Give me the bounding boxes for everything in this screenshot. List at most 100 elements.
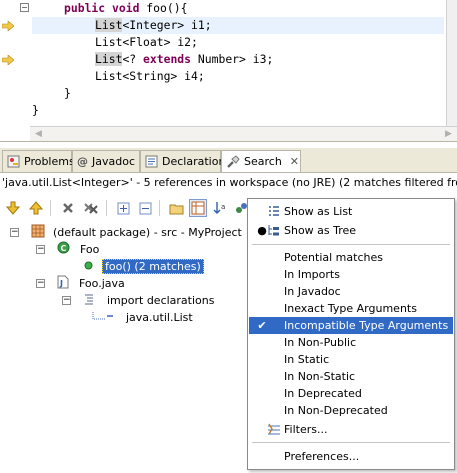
code-line: } bbox=[32, 102, 39, 119]
svg-text:a: a bbox=[221, 203, 225, 211]
code-line: List<? extends Number> i3; bbox=[95, 51, 273, 68]
menu-item-in-imports[interactable]: In Imports bbox=[249, 266, 453, 283]
menu-item-label: Inexact Type Arguments bbox=[284, 302, 417, 315]
tab-problems[interactable]: Problems bbox=[2, 150, 75, 172]
menu-item-in-deprecated[interactable]: In Deprecated bbox=[249, 385, 453, 402]
search-match-marker-icon bbox=[2, 21, 14, 31]
remove-all-matches-icon[interactable] bbox=[82, 199, 100, 217]
toolbar-separator bbox=[106, 200, 107, 216]
menu-item-label: In Imports bbox=[284, 268, 340, 281]
menu-item-label: In Static bbox=[284, 353, 330, 366]
tree-node-label: import declarations bbox=[107, 293, 215, 307]
tree-icon bbox=[267, 224, 281, 237]
code-line-current: List<Integer> i1; bbox=[32, 17, 444, 34]
tree-node-package[interactable]: − (default package) - src - MyProject bbox=[10, 223, 242, 241]
search-result-summary: 'java.util.List<Integer>' - 5 references… bbox=[0, 172, 457, 192]
editor-vertical-scrollbar[interactable] bbox=[446, 0, 457, 126]
scroll-left-icon[interactable]: ◀ bbox=[32, 128, 45, 141]
search-match-marker-icon bbox=[2, 55, 14, 65]
menu-item-filters[interactable]: Filters... bbox=[249, 421, 453, 438]
package-icon bbox=[31, 224, 45, 241]
code-text: List<String> i4; bbox=[95, 69, 205, 83]
keyword: public void bbox=[64, 1, 140, 15]
menu-item-label: Filters... bbox=[284, 423, 328, 436]
java-file-icon: J bbox=[57, 275, 69, 292]
menu-item-in-javadoc[interactable]: In Javadoc bbox=[249, 283, 453, 300]
menu-item-inexact-type-arguments[interactable]: Inexact Type Arguments bbox=[249, 300, 453, 317]
menu-item-incompatible-type-arguments[interactable]: ✔ Incompatible Type Arguments bbox=[249, 317, 453, 334]
menu-item-show-as-tree[interactable]: ● Show as Tree bbox=[249, 222, 453, 239]
menu-item-show-as-list[interactable]: Show as List bbox=[249, 203, 453, 220]
open-folder-icon[interactable] bbox=[167, 199, 185, 217]
tab-javadoc[interactable]: @ Javadoc bbox=[72, 150, 140, 172]
collapse-node-icon[interactable]: − bbox=[10, 227, 19, 237]
toolbar-separator bbox=[159, 200, 160, 216]
remove-selected-matches-icon[interactable] bbox=[59, 199, 77, 217]
menu-item-label: In Javadoc bbox=[284, 285, 341, 298]
code-line: public void foo(){ bbox=[64, 0, 187, 17]
layout-toggle-icon[interactable] bbox=[189, 199, 207, 217]
code-text: <Integer> i1; bbox=[122, 18, 212, 32]
code-line: List<String> i4; bbox=[95, 68, 205, 85]
sort-icon[interactable]: a bbox=[211, 199, 229, 217]
at-icon: @ bbox=[77, 155, 88, 168]
import-icon bbox=[92, 311, 114, 324]
collapse-all-icon[interactable] bbox=[136, 199, 154, 217]
code-line: } bbox=[64, 85, 71, 102]
scroll-right-icon[interactable]: ▶ bbox=[442, 128, 455, 141]
close-tab-icon[interactable]: ✕ bbox=[290, 155, 299, 168]
tree-node-class[interactable]: − C Foo bbox=[36, 240, 99, 258]
menu-item-in-static[interactable]: In Static bbox=[249, 351, 453, 368]
menu-item-label: In Non-Static bbox=[284, 370, 356, 383]
problems-icon bbox=[7, 155, 20, 169]
menu-item-in-non-deprecated[interactable]: In Non-Deprecated bbox=[249, 402, 453, 419]
menu-item-potential-matches[interactable]: Potential matches bbox=[249, 249, 453, 266]
collapse-node-icon[interactable]: − bbox=[62, 295, 71, 305]
tab-label: Declaration bbox=[162, 155, 226, 168]
views-tab-bar: Problems @ Javadoc Declaration Search ✕ bbox=[0, 148, 457, 172]
tab-label: Javadoc bbox=[92, 155, 135, 168]
tab-declaration[interactable]: Declaration bbox=[140, 150, 225, 172]
collapse-node-icon[interactable]: − bbox=[36, 278, 45, 288]
keyword: extends bbox=[143, 52, 192, 66]
code-line: List<Float> i2; bbox=[95, 34, 198, 51]
fold-collapse-icon[interactable]: − bbox=[20, 3, 29, 12]
tree-node-file[interactable]: − J Foo.java bbox=[36, 274, 125, 292]
previous-match-icon[interactable] bbox=[27, 199, 45, 217]
tree-node-label: Foo.java bbox=[79, 276, 125, 290]
filters-icon bbox=[267, 423, 281, 436]
tab-search[interactable]: Search ✕ bbox=[221, 150, 301, 172]
menu-item-preferences[interactable]: Preferences... bbox=[249, 448, 453, 465]
tree-node-label: (default package) - src - MyProject bbox=[53, 225, 242, 239]
occurrence-highlight: List bbox=[95, 18, 123, 32]
code-text: foo(){ bbox=[139, 1, 188, 15]
imports-icon bbox=[83, 293, 95, 308]
menu-separator bbox=[252, 244, 450, 245]
menu-item-label: In Non-Deprecated bbox=[284, 404, 388, 417]
tree-node-method[interactable]: foo() (2 matches) bbox=[84, 257, 204, 275]
tree-node-label-selected: foo() (2 matches) bbox=[102, 258, 204, 274]
list-icon bbox=[267, 205, 281, 218]
menu-item-in-non-static[interactable]: In Non-Static bbox=[249, 368, 453, 385]
tab-label: Search bbox=[244, 155, 282, 168]
code-text: List<Float> i2; bbox=[95, 35, 198, 49]
code-text: } bbox=[32, 103, 39, 117]
code-text: Number> i3; bbox=[191, 52, 274, 66]
code-area[interactable]: public void foo(){ List<Integer> i1; Lis… bbox=[32, 0, 446, 126]
occurrence-highlight: List bbox=[95, 52, 123, 66]
menu-item-in-non-public[interactable]: In Non-Public bbox=[249, 334, 453, 351]
menu-item-label: Show as Tree bbox=[284, 224, 357, 237]
menu-item-label: In Deprecated bbox=[284, 387, 362, 400]
method-icon bbox=[84, 260, 93, 273]
toolbar-separator bbox=[50, 200, 51, 216]
tree-node-import[interactable]: java.util.List bbox=[92, 308, 193, 326]
expand-all-icon[interactable] bbox=[114, 199, 132, 217]
java-editor[interactable]: − public void foo(){ List<Integer> i1; L… bbox=[0, 0, 457, 142]
menu-item-label: In Non-Public bbox=[284, 336, 357, 349]
menu-item-label: Incompatible Type Arguments bbox=[284, 319, 449, 332]
collapse-node-icon[interactable]: − bbox=[36, 244, 45, 254]
class-icon: C bbox=[57, 241, 70, 257]
tree-node-imports[interactable]: − import declarations bbox=[62, 291, 214, 309]
next-match-icon[interactable] bbox=[4, 199, 22, 217]
editor-horizontal-scrollbar[interactable]: ◀ ▶ bbox=[30, 126, 457, 141]
